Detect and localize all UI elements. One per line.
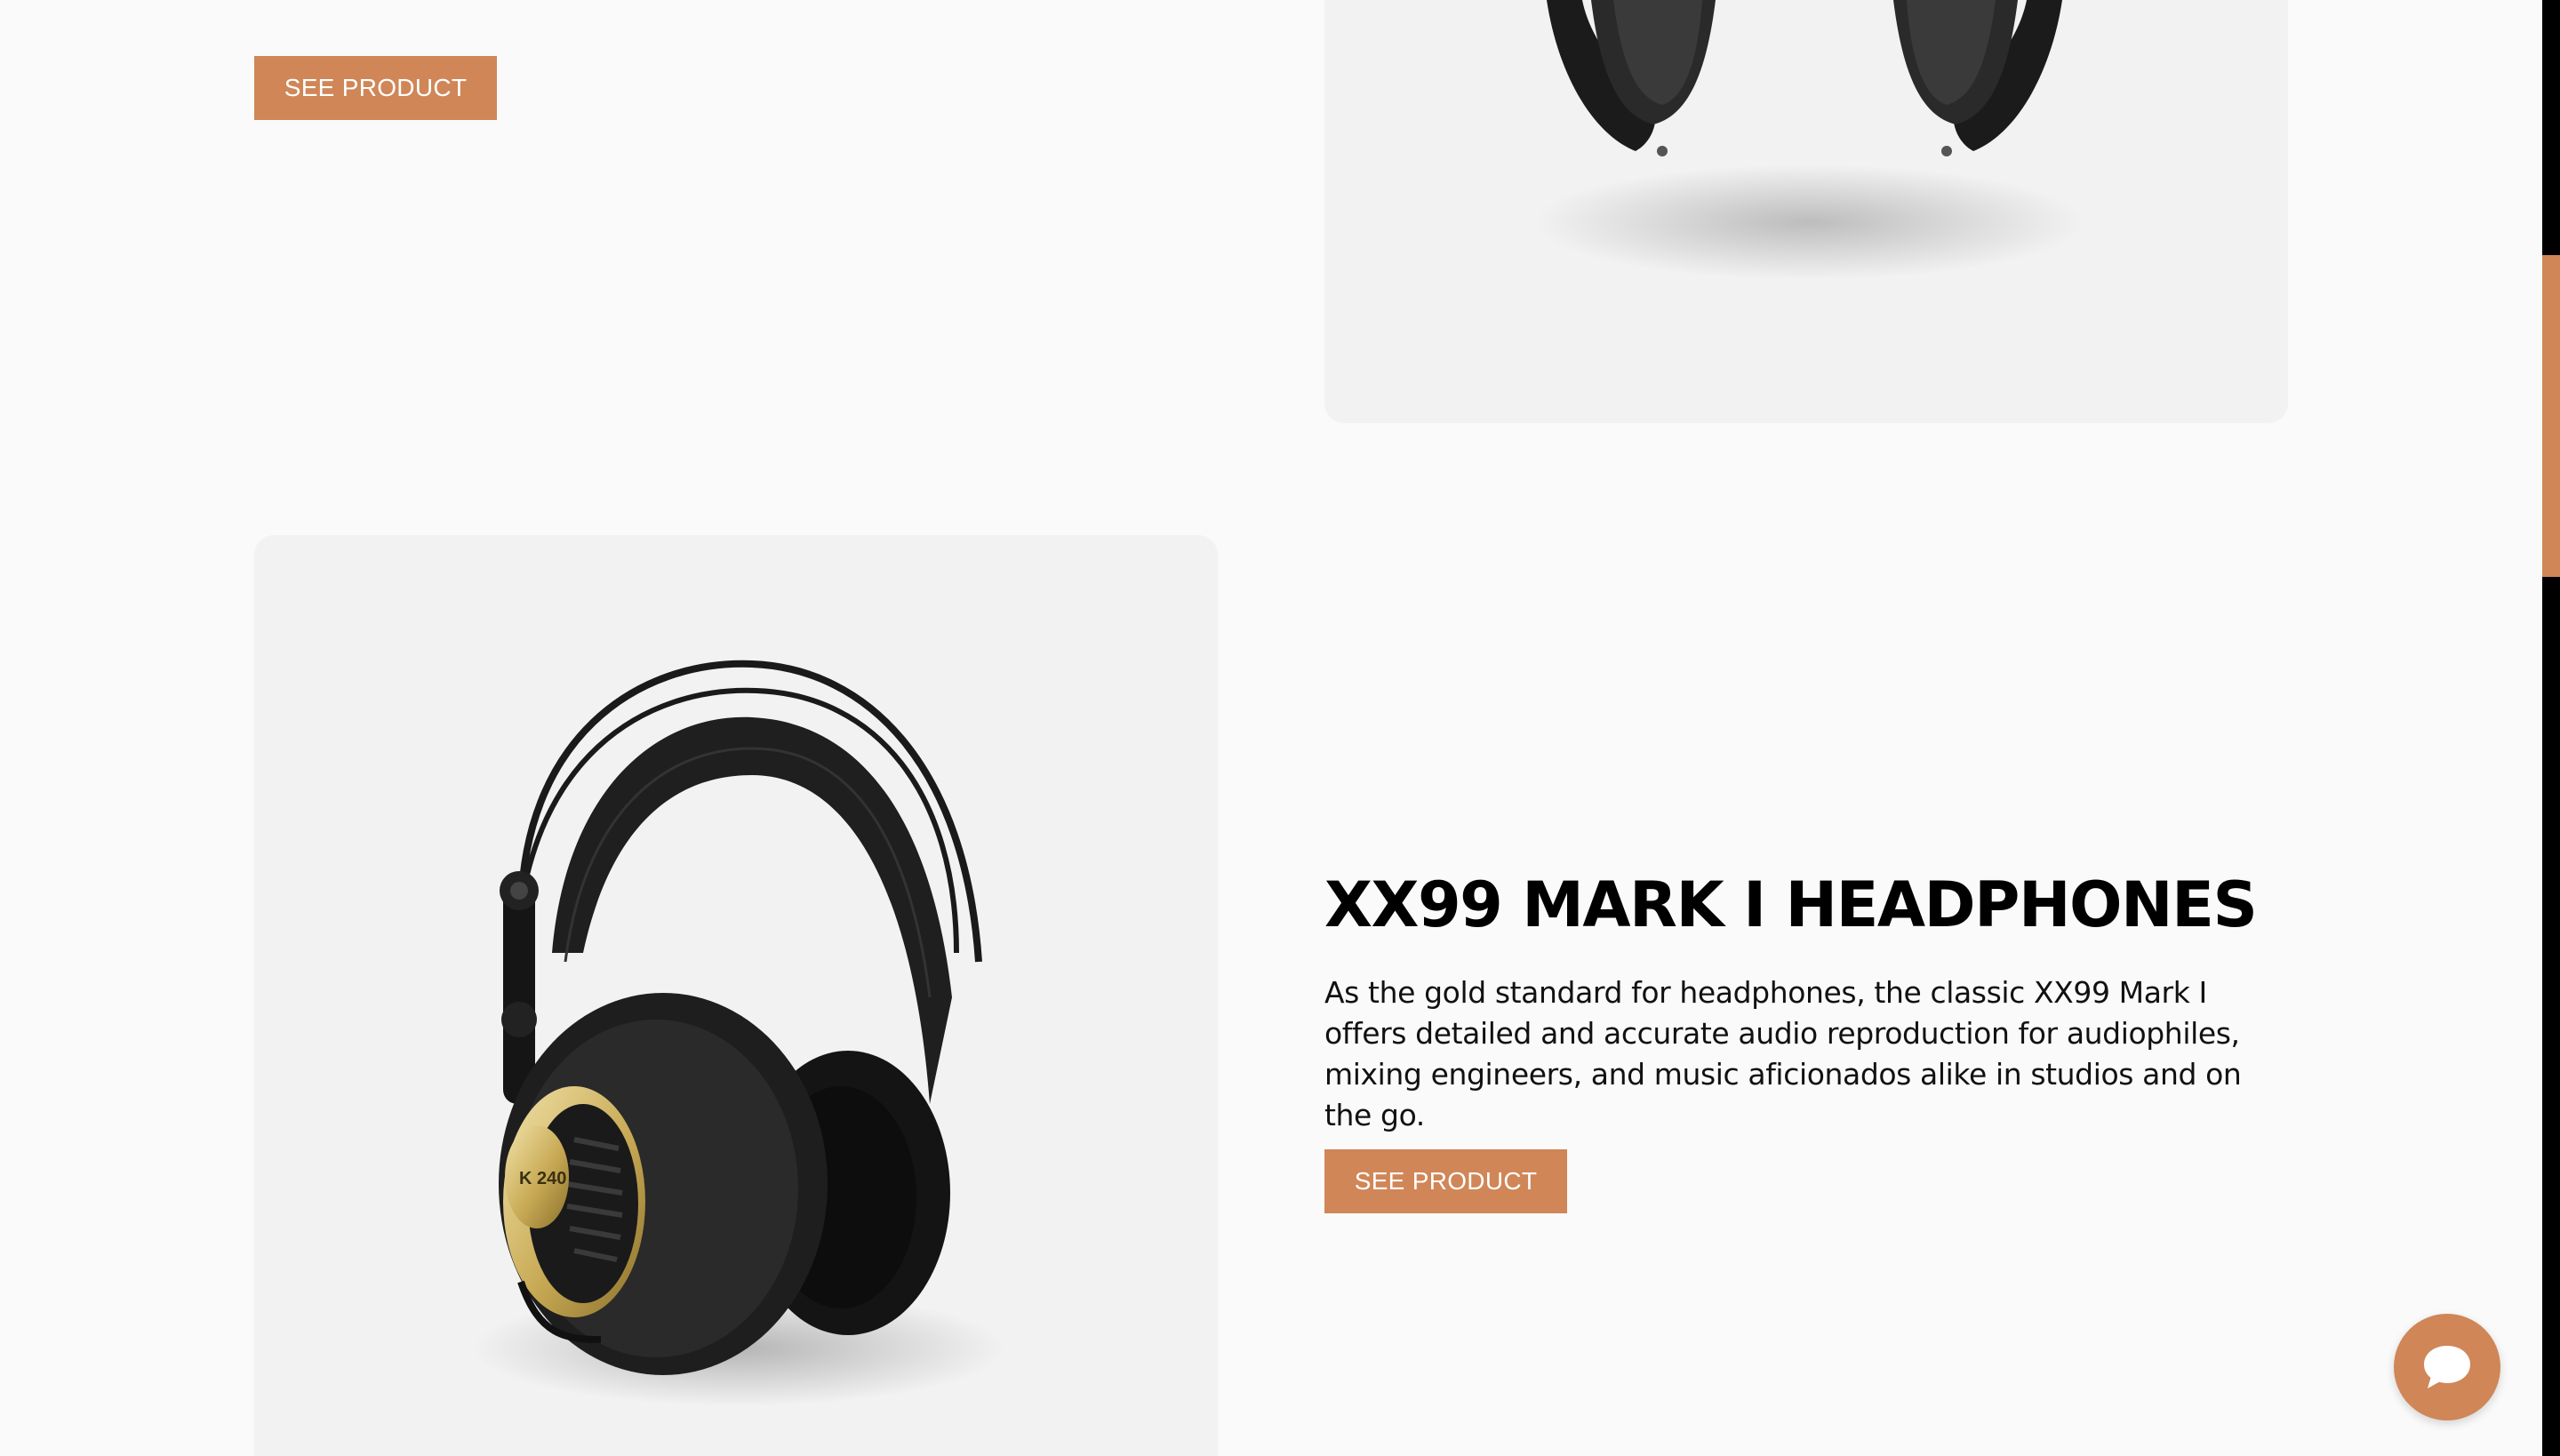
see-product-button[interactable]: SEE PRODUCT bbox=[1324, 1149, 1567, 1213]
page-scrollbar[interactable] bbox=[2542, 0, 2560, 1456]
scrollbar-thumb[interactable] bbox=[2542, 255, 2560, 577]
svg-text:K 240: K 240 bbox=[519, 1169, 566, 1188]
chat-launcher-button[interactable] bbox=[2394, 1314, 2500, 1420]
product-image-card-previous bbox=[1324, 0, 2288, 423]
product-description: As the gold standard for headphones, the… bbox=[1324, 975, 2242, 1132]
see-product-button-previous[interactable]: SEE PRODUCT bbox=[254, 56, 497, 120]
headphones-image: K 240 bbox=[472, 660, 1005, 1406]
product-image-card: K 240 bbox=[254, 535, 1218, 1456]
product-title: XX99 MARK I HEADPHONES bbox=[1324, 868, 2258, 941]
headphones-image-previous bbox=[1533, 0, 2084, 280]
product-category-page: SEE PRODUCT K 240 XX99 MARK I HEADPHONES… bbox=[0, 0, 2560, 1456]
chat-bubble-icon bbox=[2424, 1346, 2470, 1388]
